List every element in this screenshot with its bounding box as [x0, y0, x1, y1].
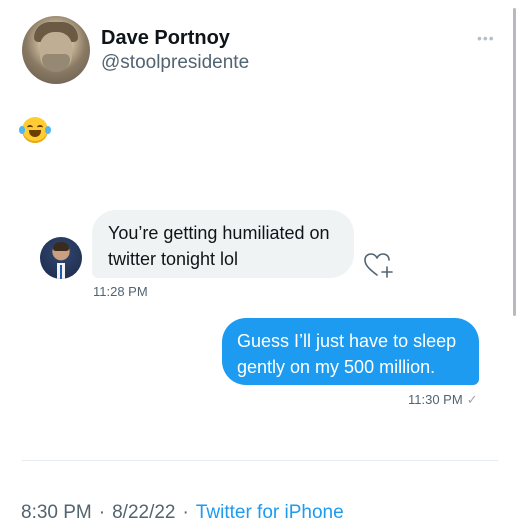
profile-name[interactable]: Dave Portnoy: [101, 27, 230, 50]
divider: [22, 460, 498, 461]
profile-handle[interactable]: @stoolpresidente: [101, 52, 249, 74]
emoji-mouth: [29, 130, 41, 137]
outgoing-message-bubble[interactable]: Guess I’ll just have to sleep gently on …: [222, 318, 479, 385]
emoji-tear-right: [45, 126, 51, 134]
incoming-message-time: 11:28 PM: [93, 284, 148, 299]
outgoing-message-line-2: gently on my 500 million.: [237, 357, 436, 377]
sender-hair: [53, 242, 69, 251]
outgoing-message-status: 11:30 PM ✓: [408, 392, 478, 408]
outgoing-message-line-1: Guess I’ll just have to sleep: [237, 331, 457, 351]
scrollbar[interactable]: [513, 8, 516, 316]
incoming-message-bubble[interactable]: You’re getting humiliated on twitter ton…: [92, 210, 354, 278]
face-with-tears-of-joy-icon: [19, 117, 51, 143]
incoming-sender-avatar[interactable]: [40, 237, 82, 279]
tweet-metadata: 8:30 PM · 8/22/22 · Twitter for iPhone: [21, 502, 344, 524]
incoming-message-line-2: twitter tonight lol: [108, 249, 239, 269]
sender-tie: [60, 265, 62, 279]
outgoing-message-time: 11:30 PM: [408, 392, 463, 407]
more-options-icon[interactable]: •••: [477, 30, 495, 46]
incoming-message-line-1: You’re getting humiliated on: [108, 223, 330, 243]
avatar-beard: [42, 54, 70, 72]
sent-check-icon: ✓: [466, 392, 478, 407]
profile-avatar[interactable]: [22, 16, 90, 84]
add-reaction-icon[interactable]: [363, 251, 395, 279]
emoji-tear-left: [19, 126, 25, 134]
